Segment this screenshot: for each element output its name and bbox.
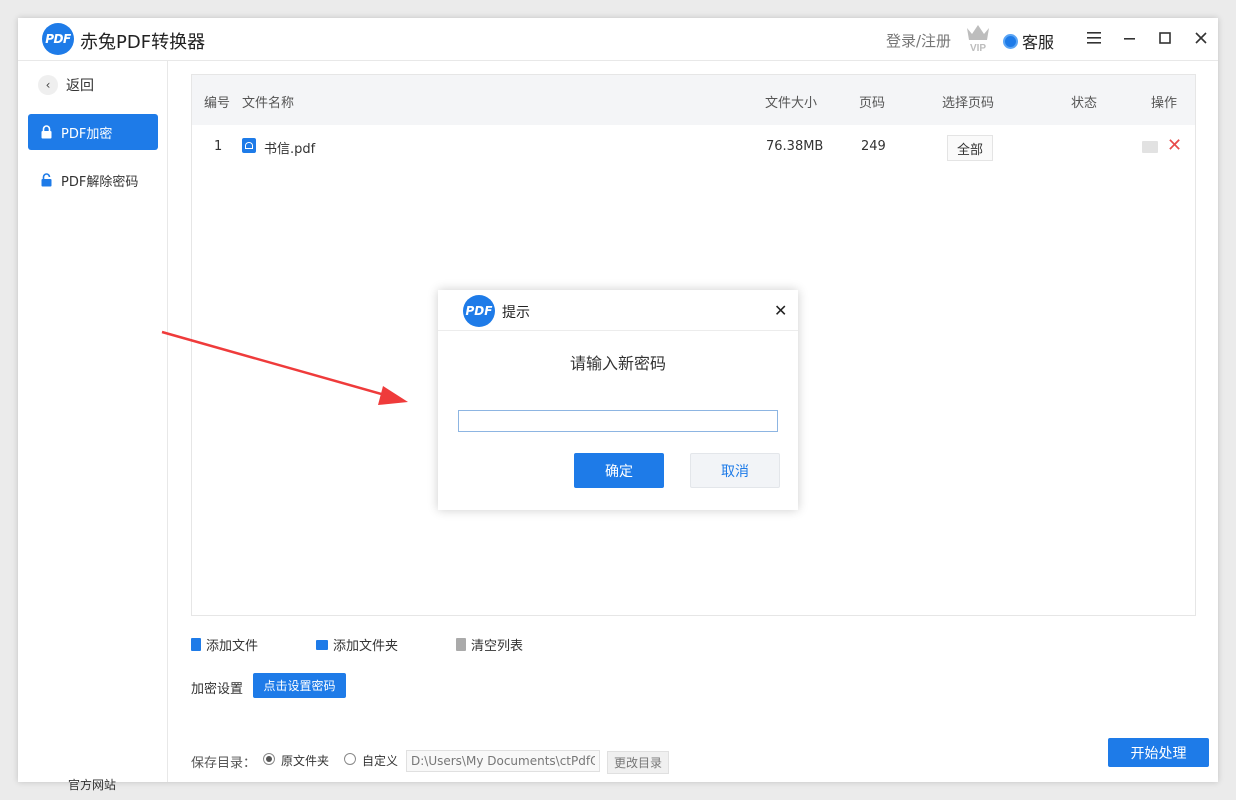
add-folder-label: 添加文件夹 <box>333 639 399 654</box>
col-page-select-header: 选择页码 <box>942 96 995 111</box>
sidebar-item-pdf-encrypt[interactable]: PDF加密 <box>28 114 158 150</box>
row-file-name: 书信.pdf <box>264 142 316 157</box>
add-file-label: 添加文件 <box>206 639 259 654</box>
dialog-title: 提示 <box>502 305 530 321</box>
row-page-count: 249 <box>861 139 886 154</box>
chevron-left-icon: ‹ <box>38 75 58 95</box>
official-website-link[interactable]: 官方网站 <box>68 776 116 793</box>
col-size-header: 文件大小 <box>765 96 818 111</box>
menu-icon[interactable] <box>1083 27 1105 49</box>
col-index-header: 编号 <box>204 96 231 111</box>
save-path-input[interactable] <box>406 750 600 772</box>
dialog-message: 请输入新密码 <box>569 354 666 373</box>
add-file-button[interactable]: 添加文件 <box>191 635 258 654</box>
customer-service-icon <box>1003 33 1018 49</box>
cancel-button[interactable]: 取消 <box>690 453 780 488</box>
table-row[interactable]: 1 书信.pdf 76.38MB 249 全部 ✕ <box>192 125 1195 169</box>
radio-custom-folder-label[interactable]: 自定义 <box>362 752 398 769</box>
col-pages-header: 页码 <box>859 96 886 111</box>
dialog-logo: PDF <box>463 295 495 327</box>
set-password-button[interactable]: 点击设置密码 <box>253 673 346 698</box>
back-button[interactable]: ‹ 返回 <box>38 75 94 95</box>
vip-label: VIP <box>970 43 986 54</box>
broom-icon <box>456 638 466 651</box>
password-dialog: PDF 提示 ✕ 请输入新密码 确定 取消 <box>438 290 798 510</box>
radio-original-folder-label[interactable]: 原文件夹 <box>281 752 329 769</box>
delete-icon[interactable]: ✕ <box>1167 135 1182 156</box>
clear-list-label: 清空列表 <box>471 639 524 654</box>
open-folder-icon[interactable] <box>1142 141 1158 153</box>
sidebar-item-label: PDF解除密码 <box>61 174 139 190</box>
minimize-icon[interactable] <box>1119 27 1141 49</box>
customer-service-label: 客服 <box>1022 33 1055 52</box>
sidebar: ‹ 返回 PDF加密 PDF解除密码 官方网站 <box>18 61 168 792</box>
customer-service-button[interactable]: 客服 <box>1003 29 1054 53</box>
start-processing-button[interactable]: 开始处理 <box>1108 738 1209 767</box>
add-folder-button[interactable]: 添加文件夹 <box>316 635 398 654</box>
col-status-header: 状态 <box>1071 96 1098 111</box>
page-select-button[interactable]: 全部 <box>947 135 993 161</box>
file-icon <box>191 638 201 651</box>
dialog-close-icon[interactable]: ✕ <box>774 301 787 320</box>
back-label: 返回 <box>66 78 94 94</box>
login-register-link[interactable]: 登录/注册 <box>886 30 951 51</box>
maximize-icon[interactable] <box>1154 27 1176 49</box>
row-index: 1 <box>214 139 223 154</box>
table-header: 编号 文件名称 文件大小 页码 选择页码 状态 操作 <box>192 75 1195 125</box>
col-actions-header: 操作 <box>1151 96 1178 111</box>
title-bar: PDF 赤兔PDF转换器 登录/注册 VIP 客服 <box>18 18 1218 61</box>
encrypt-settings-label: 加密设置 <box>191 682 244 697</box>
app-title: 赤兔PDF转换器 <box>80 32 206 53</box>
confirm-button[interactable]: 确定 <box>574 453 664 488</box>
row-file-size: 76.38MB <box>766 139 824 154</box>
radio-original-folder[interactable] <box>263 753 275 765</box>
dialog-header: PDF 提示 ✕ <box>438 290 798 331</box>
save-directory-label: 保存目录： <box>191 756 257 771</box>
pdf-file-icon <box>242 138 256 153</box>
sidebar-item-pdf-decrypt[interactable]: PDF解除密码 <box>28 162 158 198</box>
new-password-input[interactable] <box>458 410 778 432</box>
unlock-icon <box>41 173 52 187</box>
change-directory-button[interactable]: 更改目录 <box>607 751 669 774</box>
folder-icon <box>316 639 328 650</box>
clear-list-button[interactable]: 清空列表 <box>456 635 523 654</box>
vip-icon[interactable]: VIP <box>964 22 992 54</box>
app-logo: PDF <box>42 23 74 55</box>
lock-icon <box>41 125 52 139</box>
close-icon[interactable] <box>1190 27 1212 49</box>
radio-custom-folder[interactable] <box>344 753 356 765</box>
col-name-header: 文件名称 <box>242 96 295 111</box>
sidebar-item-label: PDF加密 <box>61 126 113 142</box>
